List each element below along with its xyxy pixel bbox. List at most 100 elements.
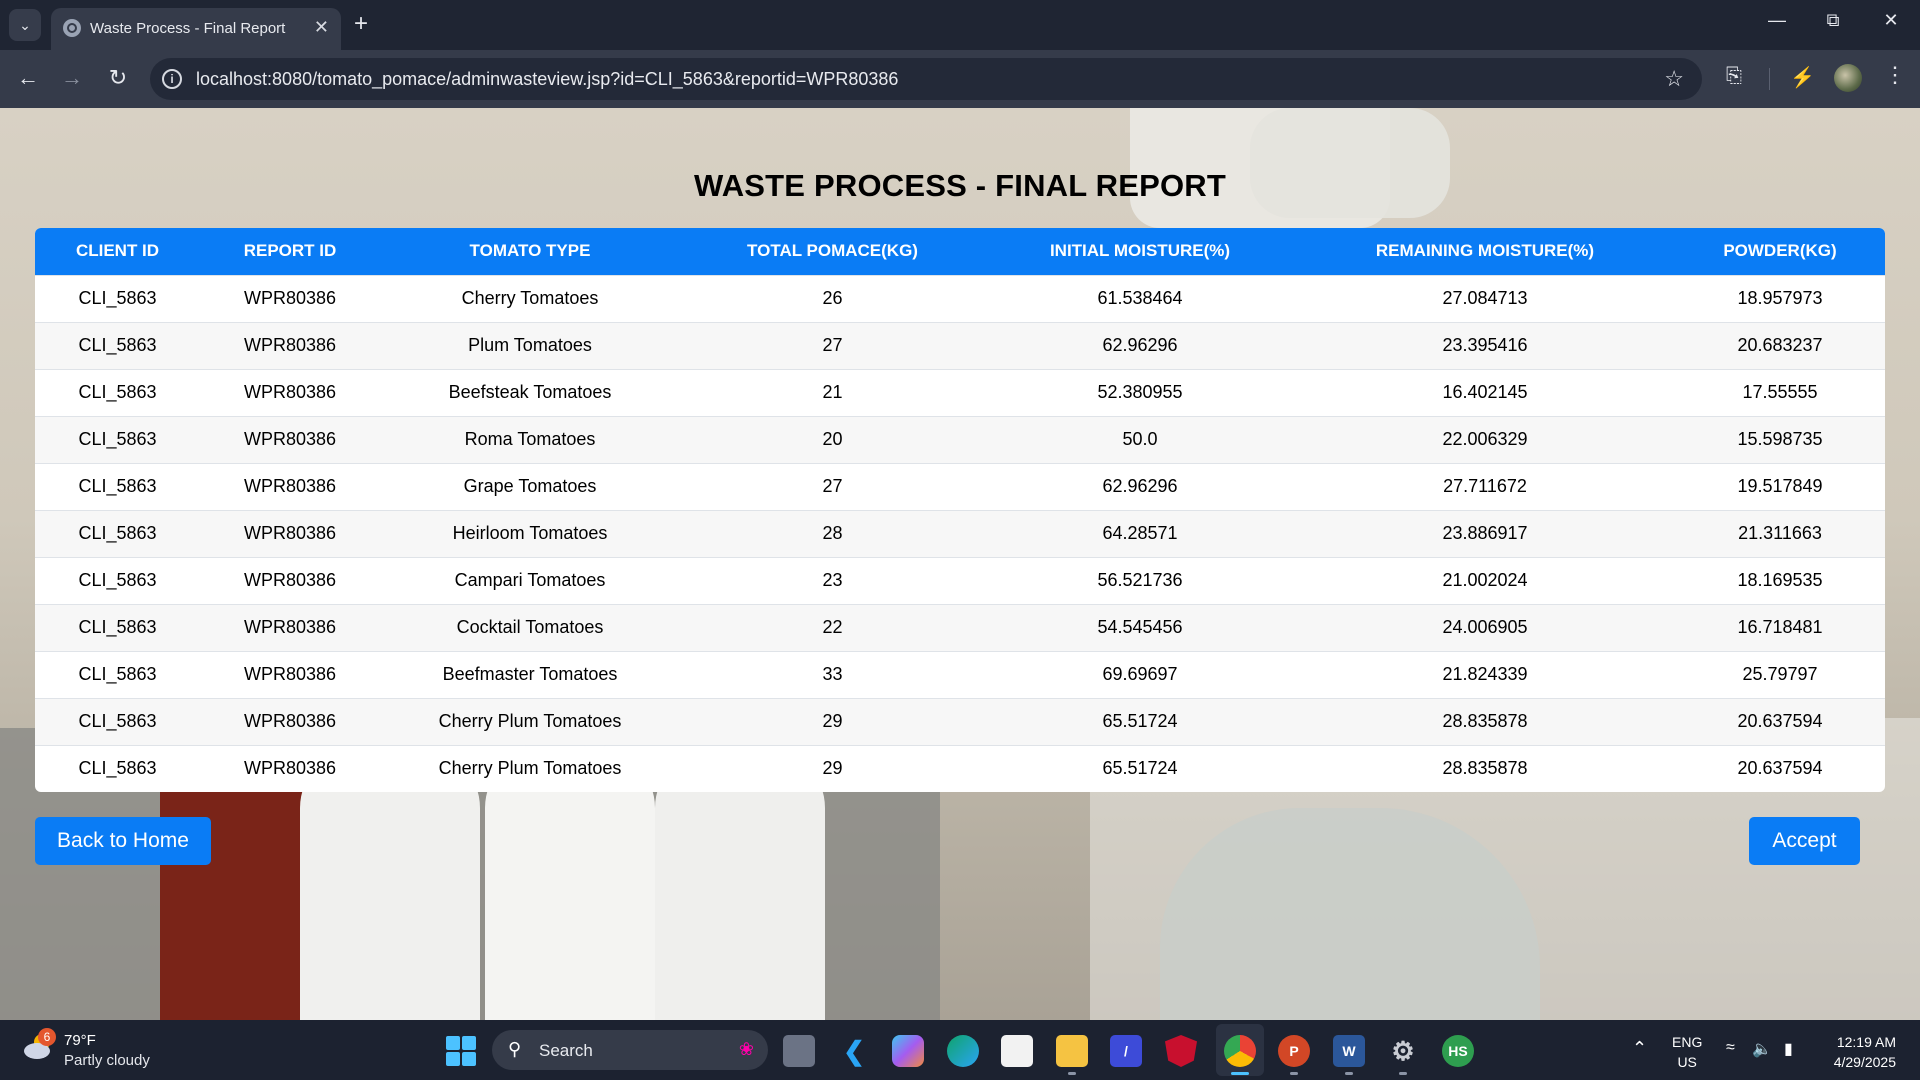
word-icon[interactable]: W — [1333, 1035, 1365, 1067]
volume-icon[interactable]: 🔈 — [1752, 1039, 1772, 1059]
back-to-home-button[interactable]: Back to Home — [35, 817, 211, 865]
system-clock[interactable]: 12:19 AM 4/29/2025 — [1824, 1032, 1896, 1072]
tomato-type-cell: Grape Tomatoes — [463, 476, 597, 496]
weather-description[interactable]: Partly cloudy — [64, 1052, 150, 1069]
file-explorer-icon[interactable] — [1056, 1035, 1088, 1067]
column-header-remaining-moisture: REMAINING MOISTURE(%) — [1375, 241, 1595, 261]
close-tab-icon[interactable]: ✕ — [314, 17, 329, 37]
weather-temperature[interactable]: 79°F — [64, 1032, 96, 1049]
clock-date: 4/29/2025 — [1833, 1054, 1896, 1070]
extensions-puzzle-icon[interactable]: ⎘ — [1726, 65, 1742, 88]
remaining-moisture-cell: 21.002024 — [1442, 570, 1528, 590]
total-pomace-cell: 27 — [822, 335, 843, 355]
remaining-moisture-cell: 27.711672 — [1443, 476, 1527, 496]
tomato-type-cell: Beefsteak Tomatoes — [448, 382, 612, 402]
report-table: CLIENT ID REPORT ID TOMATO TYPE TOTAL PO… — [35, 228, 1885, 792]
chrome-menu-icon[interactable]: ⋮ — [1884, 62, 1906, 88]
edge-icon[interactable] — [947, 1035, 979, 1067]
client-id-cell: CLI_5863 — [78, 382, 157, 402]
tomato-type-cell: Roma Tomatoes — [464, 429, 596, 449]
page-viewport: WASTE PROCESS - FINAL REPORT CLIENT ID R… — [0, 108, 1920, 1020]
task-view-icon[interactable] — [783, 1035, 815, 1067]
reload-icon[interactable]: ↻ — [104, 64, 132, 92]
close-window-icon[interactable]: ✕ — [1876, 10, 1906, 31]
bookmark-star-icon[interactable]: ☆ — [1664, 66, 1684, 92]
total-pomace-cell: 28 — [822, 523, 843, 543]
report-id-cell: WPR80386 — [243, 382, 337, 402]
site-info-icon[interactable]: i — [162, 69, 182, 89]
initial-moisture-cell: 62.96296 — [1102, 335, 1178, 355]
restore-icon[interactable]: ⧉ — [1818, 10, 1848, 31]
region-code: US — [1677, 1054, 1697, 1070]
forward-arrow-icon[interactable]: → — [58, 64, 86, 92]
table-row: CLI_5863 WPR80386 Cherry Tomatoes 26 61.5384… — [35, 275, 1885, 322]
powder-cell: 17.55555 — [1742, 382, 1818, 402]
table-row: CLI_5863 WPR80386 Beefmaster Tomatoes 33 69.… — [35, 651, 1885, 698]
powerpoint-icon[interactable]: P — [1278, 1035, 1310, 1067]
page-title: WASTE PROCESS - FINAL REPORT — [693, 168, 1227, 203]
visual-studio-icon[interactable]: / — [1110, 1035, 1142, 1067]
performance-icon[interactable]: ⚡ — [1790, 65, 1815, 90]
total-pomace-cell: 26 — [822, 288, 843, 308]
client-id-cell: CLI_5863 — [78, 617, 157, 637]
microsoft-store-icon[interactable] — [1001, 1035, 1033, 1067]
initial-moisture-cell: 56.521736 — [1097, 570, 1183, 590]
chrome-active-indicator — [1231, 1072, 1249, 1075]
minimize-icon[interactable]: — — [1762, 10, 1792, 31]
initial-moisture-cell: 65.51724 — [1102, 711, 1178, 731]
tomato-type-cell: Cherry Tomatoes — [461, 288, 599, 308]
column-header-initial-moisture: INITIAL MOISTURE(%) — [1049, 241, 1231, 261]
powder-cell: 21.311663 — [1738, 523, 1822, 543]
tomato-type-cell: Cherry Plum Tomatoes — [438, 711, 622, 731]
url-text[interactable]: localhost:8080/tomato_pomace/adminwastev… — [196, 69, 898, 90]
remaining-moisture-cell: 23.886917 — [1442, 523, 1528, 543]
vscode-icon[interactable]: ❮ — [838, 1035, 870, 1067]
show-hidden-icons-chevron[interactable]: ⌃ — [1632, 1038, 1647, 1059]
toolbar-divider — [1769, 68, 1770, 90]
accept-button[interactable]: Accept — [1749, 817, 1860, 865]
report-id-cell: WPR80386 — [243, 429, 337, 449]
initial-moisture-cell: 64.28571 — [1102, 523, 1178, 543]
table-row: CLI_5863 WPR80386 Grape Tomatoes 27 62.96296… — [35, 463, 1885, 510]
column-header-total-pomace: TOTAL POMACE(KG) — [747, 241, 918, 261]
mcafee-shield-icon[interactable] — [1165, 1035, 1197, 1067]
total-pomace-cell: 33 — [822, 664, 843, 684]
column-header-powder: POWDER(KG) — [1723, 241, 1837, 261]
total-pomace-cell: 22 — [822, 617, 843, 637]
new-tab-plus-icon[interactable]: + — [354, 11, 368, 37]
initial-moisture-cell: 62.96296 — [1102, 476, 1178, 496]
back-arrow-icon[interactable]: ← — [14, 64, 42, 92]
client-id-cell: CLI_5863 — [78, 570, 157, 590]
wifi-icon[interactable]: ≈ — [1726, 1039, 1735, 1057]
tab-search-chevron-icon[interactable]: ⌄ — [9, 9, 41, 41]
client-id-cell: CLI_5863 — [78, 711, 157, 731]
report-id-cell: WPR80386 — [243, 288, 337, 308]
clock-time: 12:19 AM — [1836, 1034, 1896, 1050]
powder-cell: 25.79797 — [1742, 664, 1818, 684]
client-id-cell: CLI_5863 — [78, 523, 157, 543]
profile-avatar[interactable] — [1834, 64, 1862, 92]
powerpoint-running-indicator — [1290, 1072, 1298, 1075]
address-bar[interactable]: i localhost:8080/tomato_pomace/adminwast… — [150, 58, 1702, 100]
browser-toolbar: ← → ↻ i localhost:8080/tomato_pomace/adm… — [0, 50, 1920, 108]
settings-gear-icon[interactable]: ⚙ — [1387, 1035, 1419, 1067]
copilot-icon[interactable] — [892, 1035, 924, 1067]
file-explorer-running-indicator — [1068, 1072, 1076, 1075]
language-indicator[interactable]: ENG US — [1672, 1032, 1702, 1072]
table-row: CLI_5863 WPR80386 Cocktail Tomatoes 22 54.54… — [35, 604, 1885, 651]
hs-app-icon[interactable]: HS — [1442, 1035, 1474, 1067]
initial-moisture-cell: 61.538464 — [1097, 288, 1183, 308]
tomato-type-cell: Beefmaster Tomatoes — [442, 664, 618, 684]
battery-icon[interactable]: ▮ — [1784, 1039, 1793, 1059]
total-pomace-cell: 20 — [822, 429, 843, 449]
initial-moisture-cell: 69.69697 — [1102, 664, 1178, 684]
report-id-cell: WPR80386 — [243, 758, 337, 779]
word-running-indicator — [1345, 1072, 1353, 1075]
windows-start-icon[interactable] — [446, 1036, 476, 1066]
table-row: CLI_5863 WPR80386 Campari Tomatoes 23 56.521… — [35, 557, 1885, 604]
browser-tab[interactable]: Waste Process - Final Report ✕ — [51, 8, 341, 50]
chrome-icon[interactable] — [1224, 1035, 1256, 1067]
table-row: CLI_5863 WPR80386 Roma Tomatoes 20 50.0 22.00… — [35, 416, 1885, 463]
total-pomace-cell: 27 — [822, 476, 843, 496]
taskbar-search-box[interactable]: ⚲ Search ❀ — [492, 1030, 768, 1070]
